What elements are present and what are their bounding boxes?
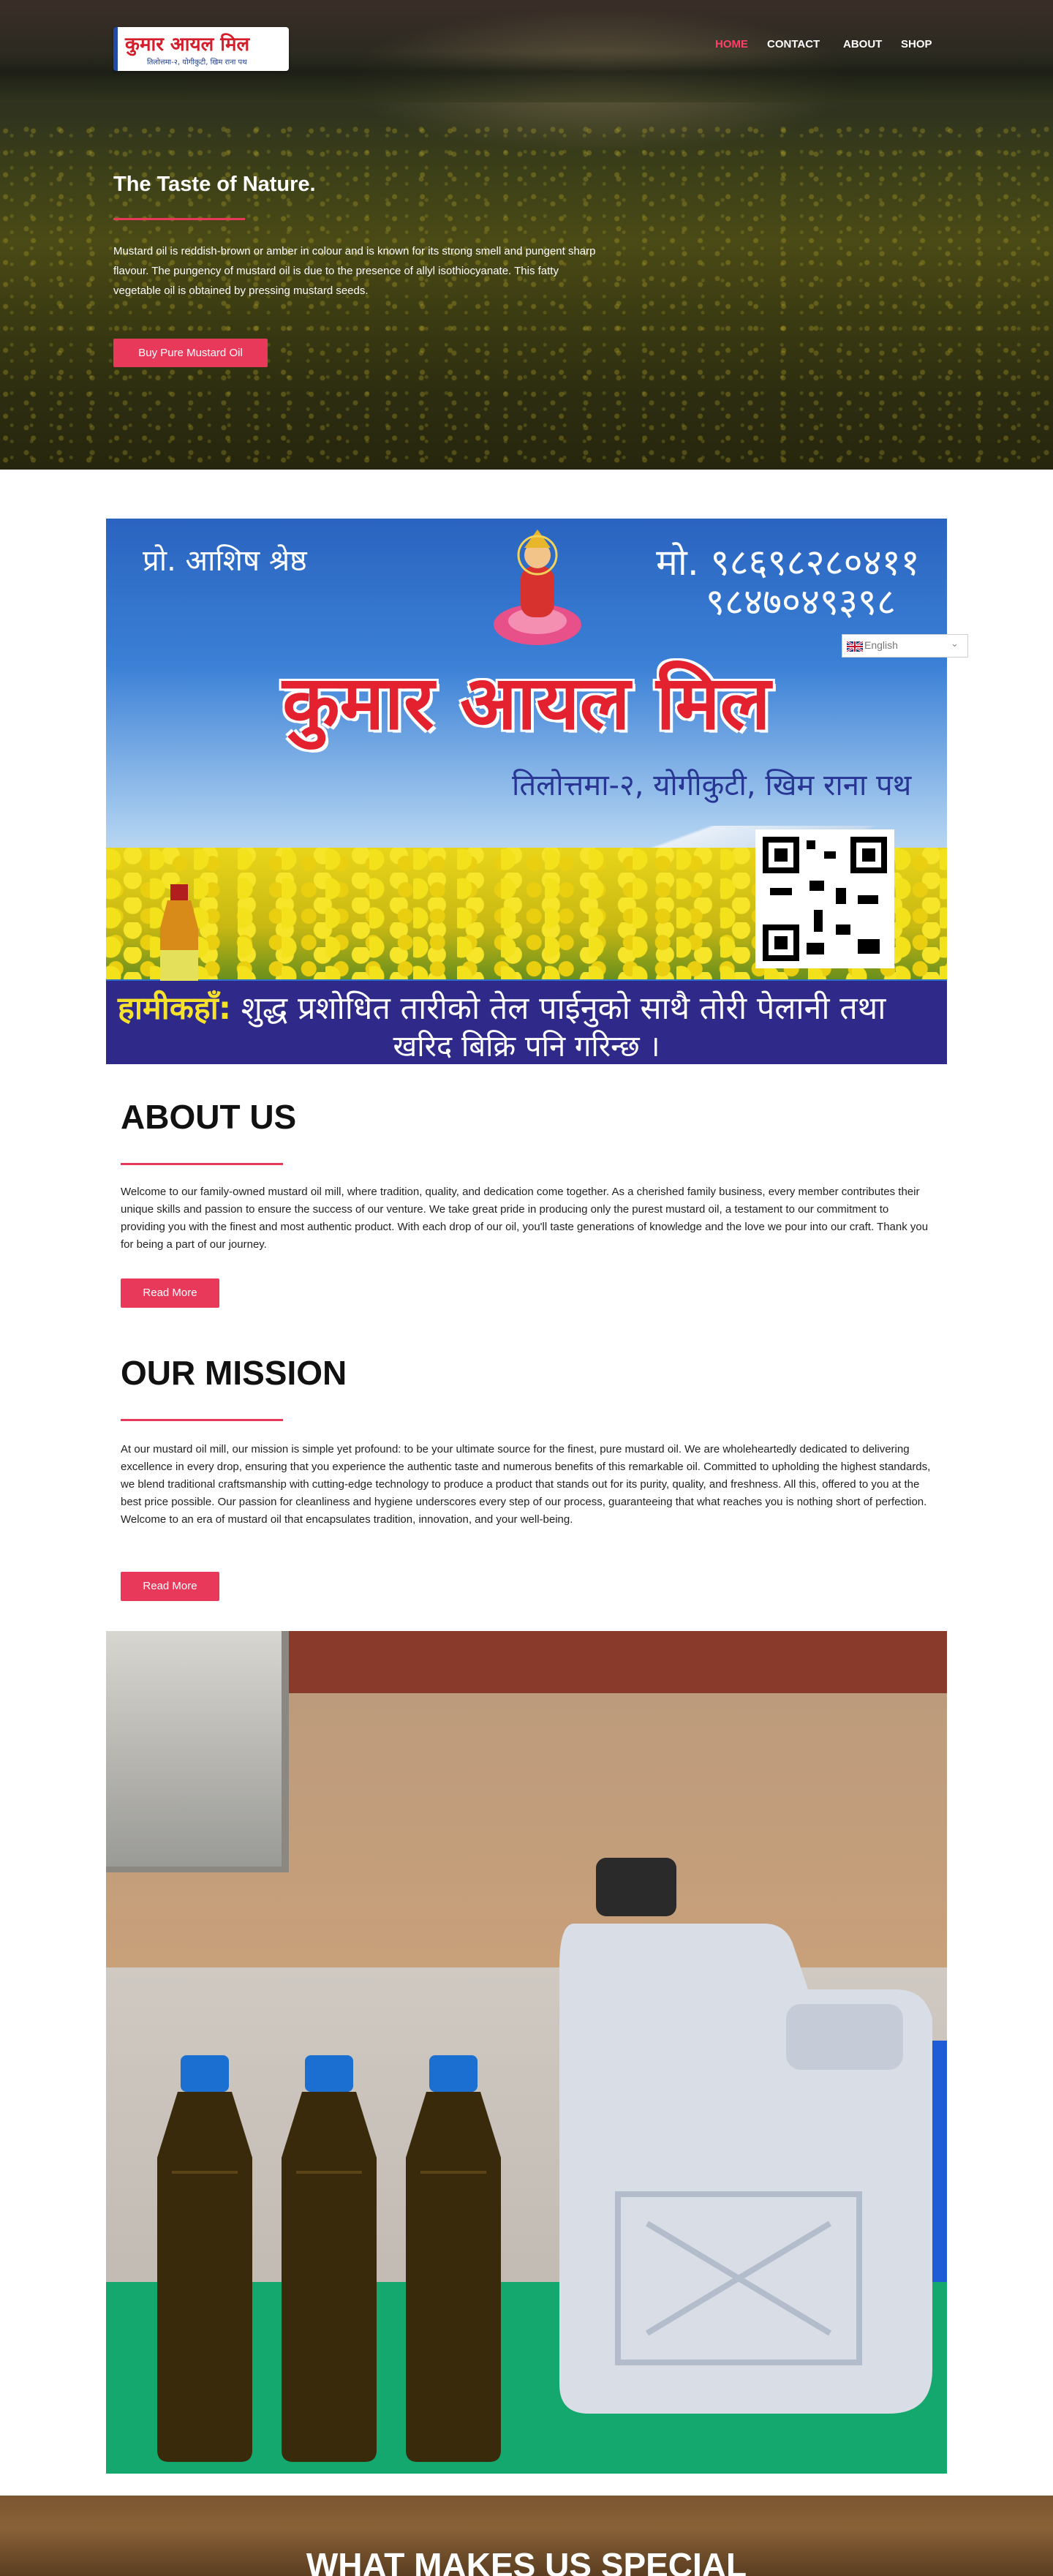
language-label: English — [864, 639, 898, 651]
shop-banner-image: प्रो. आशिष श्रेष्ठ मो. ९८६९८२८०४११ ९८४७०… — [106, 519, 947, 1064]
main-nav: HOME CONTACT ABOUT SHOP — [0, 38, 1053, 53]
banner-proprietor: प्रो. आशिष श्रेष्ठ — [143, 544, 307, 578]
product-photo — [106, 1631, 947, 2474]
jerrycan-icon — [559, 1858, 932, 2414]
oil-bottle-icon — [406, 2055, 501, 2462]
logo-subtitle: तिलोत्तमा-२, योगीकुटी, खिम राना पथ — [147, 59, 247, 67]
banner-phone-secondary: ९८४७०४९३९८ — [706, 581, 896, 623]
nav-contact[interactable]: CONTACT — [767, 38, 820, 50]
qr-code-icon — [755, 829, 894, 968]
hero-section: कुमार आयल मिल तिलोत्तमा-२, योगीकुटी, खिम… — [0, 0, 1053, 470]
hero-title: The Taste of Nature. — [113, 173, 316, 196]
about-divider — [121, 1163, 283, 1165]
nav-about[interactable]: ABOUT — [843, 38, 882, 50]
mission-divider — [121, 1419, 283, 1421]
oil-bottle-icon — [157, 2055, 252, 2462]
mission-title: OUR MISSION — [121, 1354, 347, 1392]
banner-strip-text: शुद्ध प्रशोधित तारीको तेल पाईनुको साथै त… — [231, 990, 886, 1027]
about-read-more-button[interactable]: Read More — [121, 1278, 219, 1308]
hero-divider — [113, 218, 245, 220]
buy-mustard-oil-button[interactable]: Buy Pure Mustard Oil — [113, 339, 268, 367]
banner-strip: हामीकहाँ: शुद्ध प्रशोधित तारीको तेल पाईन… — [106, 981, 947, 1064]
lakshmi-icon — [494, 530, 581, 645]
banner-strip-line2: खरिद बिक्रि पनि गरिन्छ । — [393, 1030, 660, 1063]
photo-window — [106, 1631, 289, 1872]
about-title: ABOUT US — [121, 1098, 297, 1136]
banner-strip-line1: हामीकहाँ: शुद्ध प्रशोधित तारीको तेल पाईन… — [118, 985, 886, 1028]
about-text: Welcome to our family-owned mustard oil … — [121, 1186, 929, 1251]
banner-title: कुमार आयल मिल — [282, 660, 771, 747]
nav-shop[interactable]: SHOP — [901, 38, 932, 50]
mission-read-more-button[interactable]: Read More — [121, 1572, 219, 1601]
banner-strip-highlight: हामीकहाँ: — [118, 990, 232, 1027]
chevron-down-icon: ⌄ — [951, 639, 959, 649]
oil-bottle-icon — [282, 2055, 377, 2462]
photo-wall-panel — [289, 1631, 947, 1693]
language-selector[interactable]: English ⌄ — [842, 634, 968, 658]
banner-address: तिलोत्तमा-२, योगीकुटी, खिम राना पथ — [512, 769, 912, 802]
special-title: WHAT MAKES US SPECIAL — [306, 2546, 747, 2576]
hero-description: Mustard oil is reddish-brown or amber in… — [113, 245, 596, 297]
special-section: WHAT MAKES US SPECIAL — [0, 2496, 1053, 2576]
mission-text: At our mustard oil mill, our mission is … — [121, 1443, 931, 1526]
nav-home[interactable]: HOME — [715, 38, 748, 50]
uk-flag-icon — [847, 641, 863, 652]
